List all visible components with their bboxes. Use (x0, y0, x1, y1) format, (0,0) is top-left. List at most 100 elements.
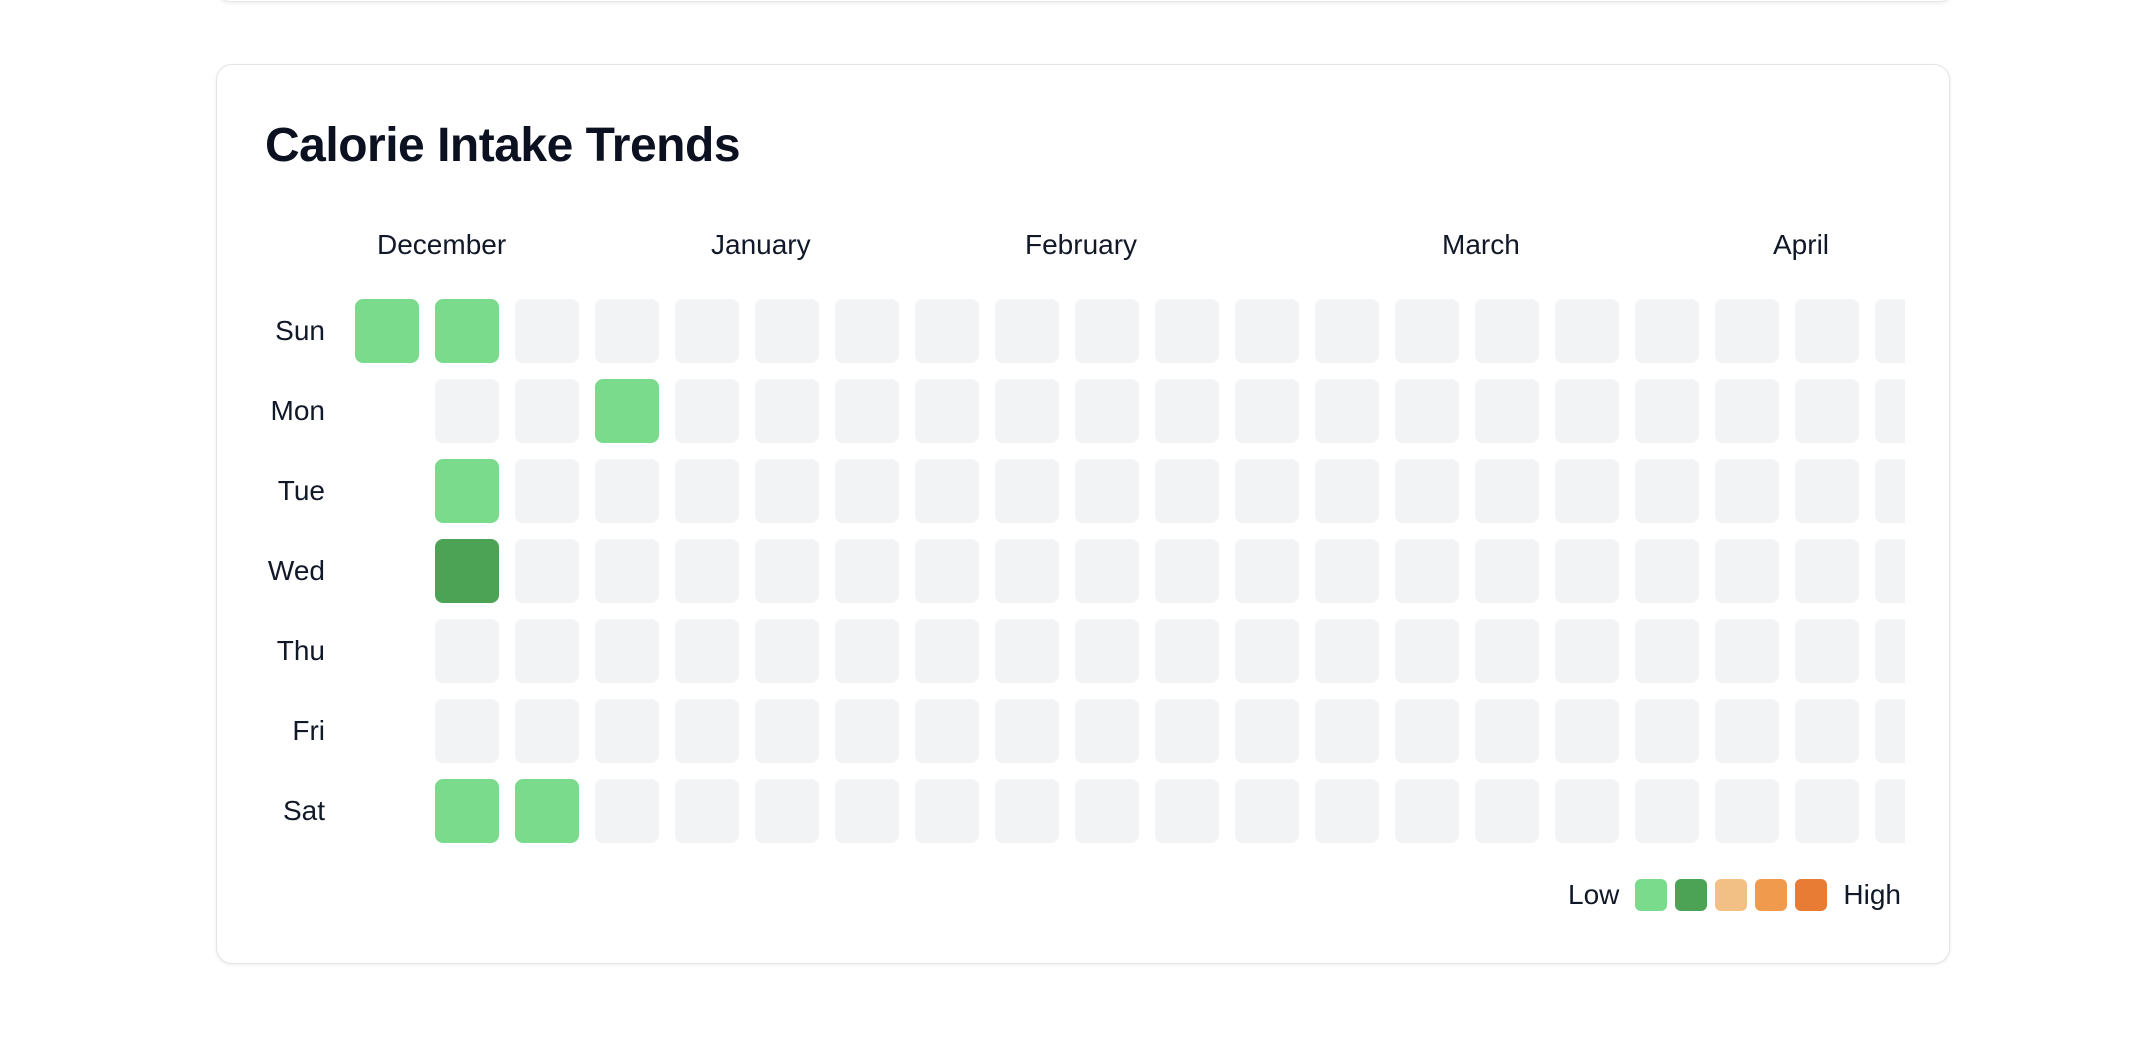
heatmap-cell-w5-tue[interactable] (755, 459, 819, 523)
heatmap-cell-w5-wed[interactable] (755, 539, 819, 603)
heatmap-cell-w9-tue[interactable] (1075, 459, 1139, 523)
heatmap-cell-w9-wed[interactable] (1075, 539, 1139, 603)
heatmap-cell-w16-sun[interactable] (1635, 299, 1699, 363)
heatmap-cell-w9-mon[interactable] (1075, 379, 1139, 443)
heatmap-cell-w15-mon[interactable] (1555, 379, 1619, 443)
heatmap-cell-w6-tue[interactable] (835, 459, 899, 523)
heatmap-cell-w10-mon[interactable] (1155, 379, 1219, 443)
heatmap-cell-w13-thu[interactable] (1395, 619, 1459, 683)
heatmap-cell-w12-sun[interactable] (1315, 299, 1379, 363)
heatmap-cell-w16-sat[interactable] (1635, 779, 1699, 843)
heatmap-cell-w17-thu[interactable] (1715, 619, 1779, 683)
heatmap-cell-w8-fri[interactable] (995, 699, 1059, 763)
heatmap-cell-w7-wed[interactable] (915, 539, 979, 603)
heatmap-cell-w3-tue[interactable] (595, 459, 659, 523)
heatmap-cell-w8-sun[interactable] (995, 299, 1059, 363)
heatmap-cell-w5-thu[interactable] (755, 619, 819, 683)
heatmap-cell-w4-thu[interactable] (675, 619, 739, 683)
heatmap-cell-w17-fri[interactable] (1715, 699, 1779, 763)
heatmap-cell-w1-fri[interactable] (435, 699, 499, 763)
heatmap-cell-w5-fri[interactable] (755, 699, 819, 763)
heatmap-cell-w11-mon[interactable] (1235, 379, 1299, 443)
heatmap-cell-w2-sun[interactable] (515, 299, 579, 363)
heatmap-cell-w7-mon[interactable] (915, 379, 979, 443)
heatmap-cell-w17-tue[interactable] (1715, 459, 1779, 523)
heatmap-cell-w17-sat[interactable] (1715, 779, 1779, 843)
heatmap-cell-w16-mon[interactable] (1635, 379, 1699, 443)
heatmap-cell-w15-sat[interactable] (1555, 779, 1619, 843)
heatmap-cell-w10-sun[interactable] (1155, 299, 1219, 363)
heatmap-cell-w18-mon[interactable] (1795, 379, 1859, 443)
heatmap-cell-w7-tue[interactable] (915, 459, 979, 523)
heatmap-cell-w19-thu[interactable] (1875, 619, 1905, 683)
heatmap-cell-w7-sat[interactable] (915, 779, 979, 843)
heatmap-cell-w9-sun[interactable] (1075, 299, 1139, 363)
heatmap-cell-w11-thu[interactable] (1235, 619, 1299, 683)
heatmap-cell-w2-mon[interactable] (515, 379, 579, 443)
heatmap-cell-w6-thu[interactable] (835, 619, 899, 683)
heatmap-cell-w17-sun[interactable] (1715, 299, 1779, 363)
heatmap-cell-w1-thu[interactable] (435, 619, 499, 683)
heatmap-cell-w14-wed[interactable] (1475, 539, 1539, 603)
heatmap-cell-w19-sun[interactable] (1875, 299, 1905, 363)
heatmap-cell-w5-mon[interactable] (755, 379, 819, 443)
heatmap-cell-w3-sat[interactable] (595, 779, 659, 843)
heatmap-cell-w16-wed[interactable] (1635, 539, 1699, 603)
heatmap-cell-w8-tue[interactable] (995, 459, 1059, 523)
heatmap-cell-w1-mon[interactable] (435, 379, 499, 443)
heatmap-cell-w18-fri[interactable] (1795, 699, 1859, 763)
heatmap-cell-w14-sat[interactable] (1475, 779, 1539, 843)
heatmap-cell-w6-fri[interactable] (835, 699, 899, 763)
heatmap-cell-w4-fri[interactable] (675, 699, 739, 763)
heatmap-cell-w14-sun[interactable] (1475, 299, 1539, 363)
heatmap-cell-w11-fri[interactable] (1235, 699, 1299, 763)
heatmap-cell-w8-sat[interactable] (995, 779, 1059, 843)
heatmap-cell-w10-sat[interactable] (1155, 779, 1219, 843)
heatmap-cell-w16-tue[interactable] (1635, 459, 1699, 523)
heatmap-cell-w1-wed[interactable] (435, 539, 499, 603)
heatmap-cell-w2-fri[interactable] (515, 699, 579, 763)
heatmap-cell-w3-mon[interactable] (595, 379, 659, 443)
heatmap-cell-w15-thu[interactable] (1555, 619, 1619, 683)
heatmap-cell-w6-sun[interactable] (835, 299, 899, 363)
heatmap-cell-w18-thu[interactable] (1795, 619, 1859, 683)
heatmap-cell-w3-wed[interactable] (595, 539, 659, 603)
heatmap-cell-w16-thu[interactable] (1635, 619, 1699, 683)
heatmap-cell-w11-wed[interactable] (1235, 539, 1299, 603)
heatmap-cell-w6-wed[interactable] (835, 539, 899, 603)
heatmap-cell-w2-sat[interactable] (515, 779, 579, 843)
heatmap-cell-w17-wed[interactable] (1715, 539, 1779, 603)
heatmap-cell-w8-thu[interactable] (995, 619, 1059, 683)
heatmap-cell-w12-tue[interactable] (1315, 459, 1379, 523)
heatmap-cell-w12-fri[interactable] (1315, 699, 1379, 763)
heatmap-cell-w1-sun[interactable] (435, 299, 499, 363)
heatmap-cell-w6-mon[interactable] (835, 379, 899, 443)
heatmap-cell-w11-sun[interactable] (1235, 299, 1299, 363)
heatmap-cell-w14-fri[interactable] (1475, 699, 1539, 763)
heatmap-cell-w1-tue[interactable] (435, 459, 499, 523)
heatmap-cell-w4-wed[interactable] (675, 539, 739, 603)
heatmap-cell-w7-thu[interactable] (915, 619, 979, 683)
heatmap-cell-w15-sun[interactable] (1555, 299, 1619, 363)
heatmap-cell-w12-thu[interactable] (1315, 619, 1379, 683)
heatmap-cell-w11-tue[interactable] (1235, 459, 1299, 523)
heatmap-cell-w13-sun[interactable] (1395, 299, 1459, 363)
heatmap-cell-w2-tue[interactable] (515, 459, 579, 523)
heatmap-cell-w13-tue[interactable] (1395, 459, 1459, 523)
heatmap-cell-w19-mon[interactable] (1875, 379, 1905, 443)
heatmap-cell-w15-fri[interactable] (1555, 699, 1619, 763)
heatmap-cell-w4-tue[interactable] (675, 459, 739, 523)
heatmap-cell-w16-fri[interactable] (1635, 699, 1699, 763)
heatmap-cell-w4-mon[interactable] (675, 379, 739, 443)
heatmap-cell-w4-sat[interactable] (675, 779, 739, 843)
heatmap-cell-w4-sun[interactable] (675, 299, 739, 363)
heatmap-cell-w19-sat[interactable] (1875, 779, 1905, 843)
heatmap-cell-w14-mon[interactable] (1475, 379, 1539, 443)
heatmap-cell-w14-tue[interactable] (1475, 459, 1539, 523)
heatmap-cell-w12-mon[interactable] (1315, 379, 1379, 443)
heatmap-cell-w12-wed[interactable] (1315, 539, 1379, 603)
heatmap-cell-w5-sat[interactable] (755, 779, 819, 843)
heatmap-cell-w5-sun[interactable] (755, 299, 819, 363)
heatmap-cell-w14-thu[interactable] (1475, 619, 1539, 683)
heatmap-cell-w3-fri[interactable] (595, 699, 659, 763)
